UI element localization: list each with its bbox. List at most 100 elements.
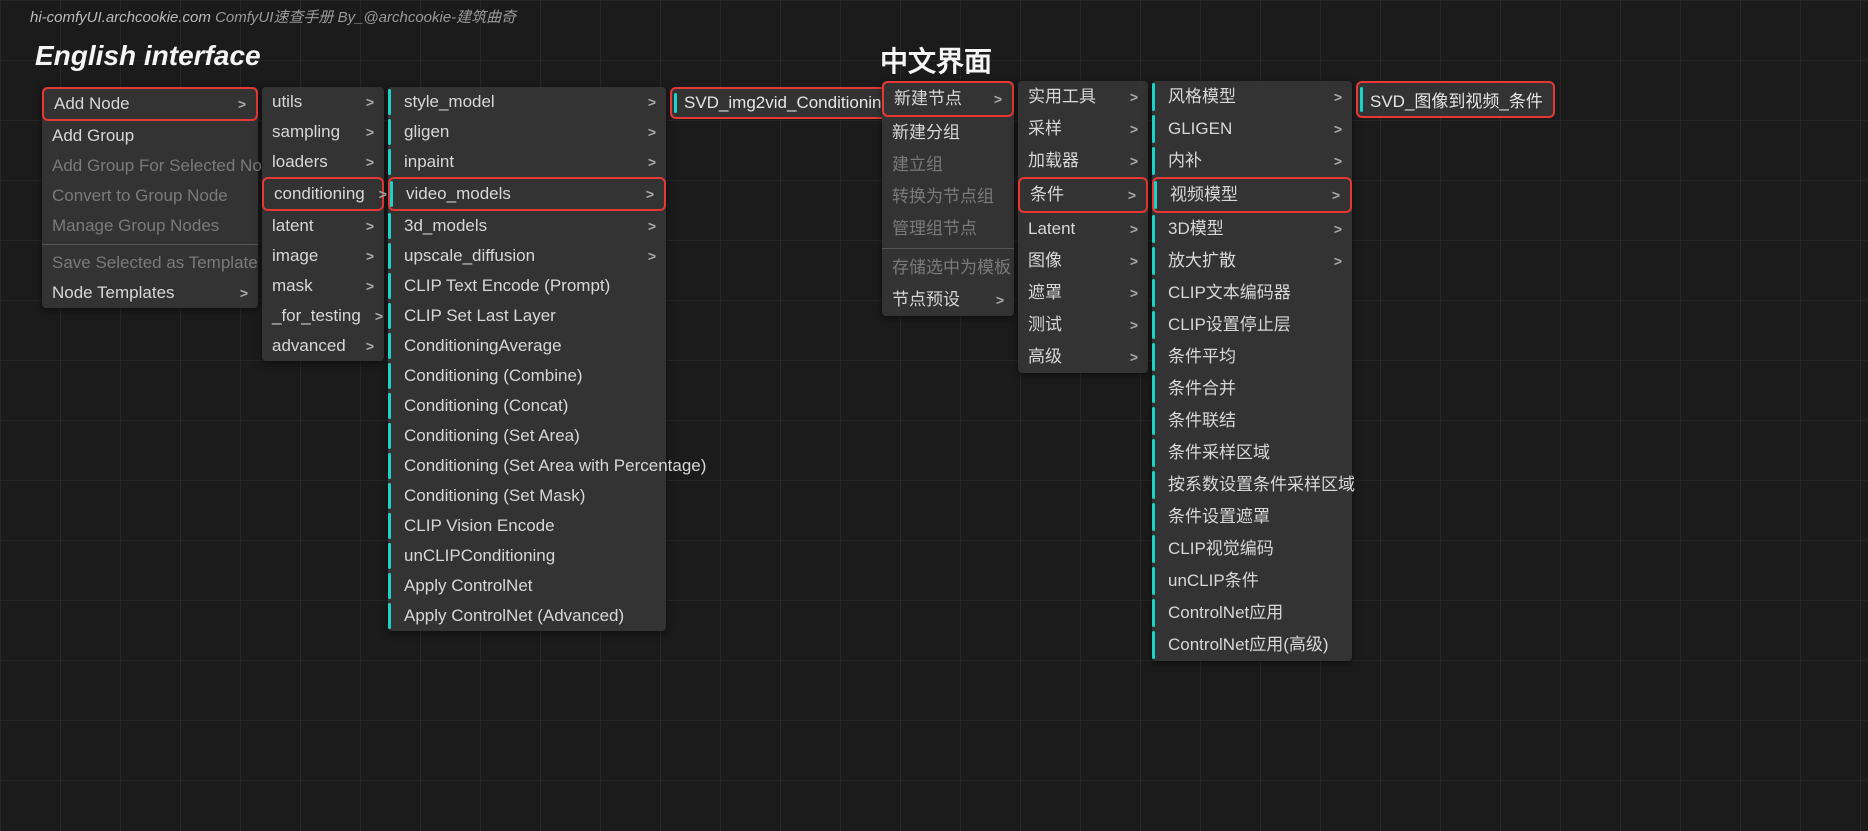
en-col3-item[interactable]: Conditioning (Concat)	[388, 391, 666, 421]
en-col3-item[interactable]: CLIP Text Encode (Prompt)	[388, 271, 666, 301]
section-title-cn: 中文界面	[880, 40, 992, 80]
menu-item-label: unCLIP条件	[1162, 570, 1259, 592]
menu-item-label: 管理组节点	[892, 218, 977, 240]
en-col3-item[interactable]: Conditioning (Set Mask)	[388, 481, 666, 511]
header-suffix: ComfyUI速查手册 By_@archcookie-建筑曲奇	[215, 9, 516, 26]
en-col3-item[interactable]: gligen>	[388, 117, 666, 147]
header-domain: hi-comfyUI.archcookie.com	[30, 9, 211, 26]
menu-item-label: Add Node	[54, 93, 130, 115]
menu-item-label: Conditioning (Concat)	[398, 395, 568, 417]
menu-item-label: 节点预设	[892, 289, 960, 311]
en-col3-item[interactable]: CLIP Set Last Layer	[388, 301, 666, 331]
cn-col3-item[interactable]: CLIP文本编码器	[1152, 277, 1352, 309]
menu-item-label: 按系数设置条件采样区域	[1162, 474, 1355, 496]
menu-item-label: upscale_diffusion	[398, 245, 535, 267]
menu-item-label: conditioning	[274, 183, 365, 205]
en-col3-item[interactable]: Apply ControlNet	[388, 571, 666, 601]
cn-col3-item[interactable]: 放大扩散>	[1152, 245, 1352, 277]
menu-item-label: Conditioning (Set Area with Percentage)	[398, 455, 706, 477]
menu-item-label: 加载器	[1028, 150, 1079, 172]
en-col3-item[interactable]: style_model>	[388, 87, 666, 117]
menu-item-label: Add Group	[52, 125, 134, 147]
en-col1-item: Save Selected as Template	[42, 248, 258, 278]
chevron-right-icon: >	[366, 121, 374, 143]
cn-col3-item[interactable]: ControlNet应用(高级)	[1152, 629, 1352, 661]
en-col2-item[interactable]: latent>	[262, 211, 384, 241]
en-col2-item[interactable]: advanced>	[262, 331, 384, 361]
cn-col1-item[interactable]: 节点预设>	[882, 284, 1014, 316]
en-col2-item[interactable]: mask>	[262, 271, 384, 301]
cn-col2-item[interactable]: 测试>	[1018, 309, 1148, 341]
en-col1-item[interactable]: Add Group	[42, 121, 258, 151]
cn-col2-item[interactable]: 条件>	[1018, 177, 1148, 213]
en-col2-item[interactable]: loaders>	[262, 147, 384, 177]
menu-item-label: Conditioning (Combine)	[398, 365, 583, 387]
menu-item-label: loaders	[272, 151, 328, 173]
menu-item-label: CLIP Text Encode (Prompt)	[398, 275, 610, 297]
en-col3-item[interactable]: upscale_diffusion>	[388, 241, 666, 271]
cn-col3-item[interactable]: GLIGEN>	[1152, 113, 1352, 145]
en-col3-item[interactable]: video_models>	[388, 177, 666, 211]
menu-item-label: CLIP Set Last Layer	[398, 305, 556, 327]
en-col3-item[interactable]: Apply ControlNet (Advanced)	[388, 601, 666, 631]
cn-col2-item[interactable]: 遮罩>	[1018, 277, 1148, 309]
cn-col3-item[interactable]: 条件设置遮罩	[1152, 501, 1352, 533]
cn-col3-item[interactable]: 3D模型>	[1152, 213, 1352, 245]
en-col3-item[interactable]: ConditioningAverage	[388, 331, 666, 361]
cn-col2-item[interactable]: 采样>	[1018, 113, 1148, 145]
cn-col1-item: 转换为节点组	[882, 181, 1014, 213]
cn-col2-item[interactable]: 高级>	[1018, 341, 1148, 373]
cn-col3-item[interactable]: 风格模型>	[1152, 81, 1352, 113]
chevron-right-icon: >	[379, 183, 387, 205]
en-col3-item[interactable]: inpaint>	[388, 147, 666, 177]
cn-col3-item[interactable]: 按系数设置条件采样区域	[1152, 469, 1352, 501]
cn-col2-item[interactable]: 图像>	[1018, 245, 1148, 277]
cn-col3-item[interactable]: 条件平均	[1152, 341, 1352, 373]
chevron-right-icon: >	[1130, 118, 1138, 140]
menu-item-label: CLIP设置停止层	[1162, 314, 1291, 336]
cn-col2-item[interactable]: Latent>	[1018, 213, 1148, 245]
en-col1-item: Convert to Group Node	[42, 181, 258, 211]
cn-col2-item[interactable]: 实用工具>	[1018, 81, 1148, 113]
leaf-node-en[interactable]: SVD_img2vid_Conditioning	[670, 87, 903, 119]
chevron-right-icon: >	[1128, 184, 1136, 206]
cn-col3-item[interactable]: 条件合并	[1152, 373, 1352, 405]
en-col2-item[interactable]: utils>	[262, 87, 384, 117]
en-col1-item[interactable]: Add Node>	[42, 87, 258, 121]
en-col3-item[interactable]: Conditioning (Set Area with Percentage)	[388, 451, 666, 481]
cn-col3-item[interactable]: unCLIP条件	[1152, 565, 1352, 597]
menu-item-label: image	[272, 245, 318, 267]
en-col2-item[interactable]: sampling >	[262, 117, 384, 147]
en-col3-item[interactable]: Conditioning (Set Area)	[388, 421, 666, 451]
en-col3-item[interactable]: CLIP Vision Encode	[388, 511, 666, 541]
cn-col3-item[interactable]: 内补>	[1152, 145, 1352, 177]
en-col3-item[interactable]: Conditioning (Combine)	[388, 361, 666, 391]
menu-item-label: CLIP视觉编码	[1162, 538, 1274, 560]
cn-col3-item[interactable]: CLIP设置停止层	[1152, 309, 1352, 341]
en-col3-item[interactable]: 3d_models>	[388, 211, 666, 241]
leaf-node-cn[interactable]: SVD_图像到视频_条件	[1356, 81, 1555, 118]
menu-item-label: sampling	[272, 121, 340, 143]
en-col1-item[interactable]: Node Templates>	[42, 278, 258, 308]
cn-col1-item[interactable]: 新建节点>	[882, 81, 1014, 117]
en-col1-item: Manage Group Nodes	[42, 211, 258, 241]
menu-item-label: Manage Group Nodes	[52, 215, 219, 237]
cn-col3-item[interactable]: 视频模型>	[1152, 177, 1352, 213]
menu-item-label: inpaint	[398, 151, 454, 173]
cn-col1-separator	[882, 248, 1014, 249]
cn-col1-item[interactable]: 新建分组	[882, 117, 1014, 149]
menu-item-label: 条件平均	[1162, 346, 1236, 368]
menu-item-label: utils	[272, 91, 302, 113]
menu-item-label: 条件合并	[1162, 378, 1236, 400]
en-col2-item[interactable]: conditioning >	[262, 177, 384, 211]
cn-col3-item[interactable]: CLIP视觉编码	[1152, 533, 1352, 565]
en-col2-item[interactable]: image>	[262, 241, 384, 271]
cn-col3-item[interactable]: 条件采样区域	[1152, 437, 1352, 469]
cn-col2-item[interactable]: 加载器>	[1018, 145, 1148, 177]
cn-col3-item[interactable]: ControlNet应用	[1152, 597, 1352, 629]
chevron-right-icon: >	[1130, 282, 1138, 304]
en-col2-item[interactable]: _for_testing>	[262, 301, 384, 331]
cn-col3-item[interactable]: 条件联结	[1152, 405, 1352, 437]
menu-item-label: 新建节点	[894, 88, 962, 110]
en-col3-item[interactable]: unCLIPConditioning	[388, 541, 666, 571]
